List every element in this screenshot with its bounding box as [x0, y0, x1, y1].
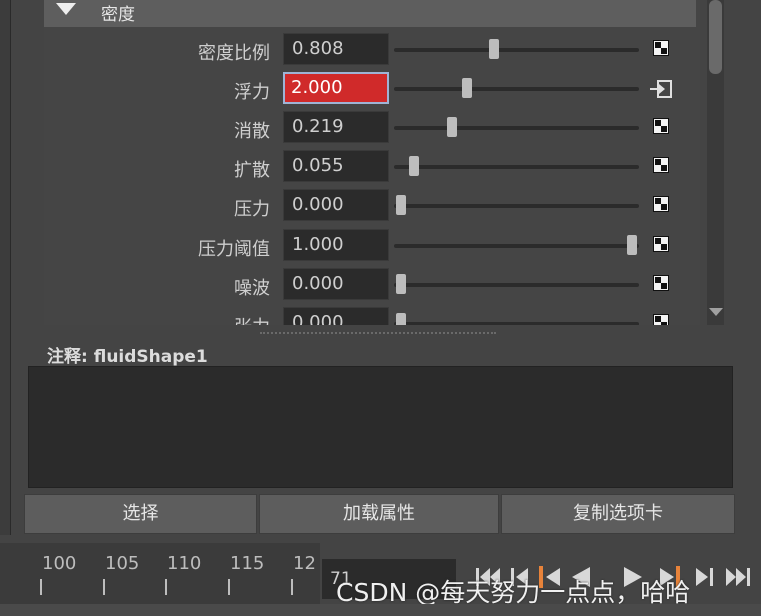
time-tick-label: 105 [105, 553, 140, 574]
attribute-value-field[interactable]: 0.000 [283, 306, 389, 325]
time-tick-label: 12 [293, 553, 316, 574]
attribute-value-field[interactable]: 0.055 [283, 150, 389, 183]
attribute-row: 扩散 0.055 [44, 150, 684, 184]
attribute-row: 密度比例 0.808 [44, 33, 684, 67]
attribute-scroll-area: 密度 密度比例 0.808 浮力 2.000 消散 0.219 扩散 0.055 压力 0.000… [44, 0, 700, 325]
checker-map-icon[interactable] [653, 313, 669, 325]
attribute-slider-track[interactable] [394, 204, 639, 209]
attribute-slider-track[interactable] [394, 126, 639, 131]
slider-handle[interactable] [489, 39, 500, 59]
checker-map-icon[interactable] [653, 274, 669, 291]
checker-map-icon[interactable] [653, 157, 669, 174]
attribute-slider-track[interactable] [394, 243, 639, 248]
checker-map-icon[interactable] [653, 40, 669, 56]
notes-textarea[interactable] [28, 366, 733, 488]
attribute-label: 张力 [234, 313, 270, 325]
attribute-value-field[interactable]: 0.219 [283, 111, 389, 144]
attribute-value-field[interactable]: 0.000 [283, 189, 389, 222]
load-attributes-button[interactable]: 加载属性 [259, 494, 499, 534]
attribute-row: 压力 0.000 [44, 189, 684, 223]
time-tick-label: 115 [230, 553, 265, 574]
attribute-row: 消散 0.219 [44, 111, 684, 145]
attribute-row: 压力阈值 1.000 [44, 228, 684, 263]
attribute-slider-track[interactable] [394, 165, 639, 170]
bottom-toolbar-strip [0, 604, 761, 616]
slider-handle[interactable] [446, 117, 457, 138]
notes-label: 注释: fluidShape1 [47, 347, 208, 367]
attribute-label: 压力 [234, 199, 270, 221]
slider-handle[interactable] [627, 234, 637, 255]
scrollbar-thumb[interactable] [709, 0, 722, 74]
collapse-arrow-icon[interactable] [56, 3, 76, 15]
input-connection-icon[interactable] [650, 80, 672, 99]
time-tick [228, 579, 230, 595]
attribute-label: 密度比例 [198, 43, 270, 64]
attribute-label: 压力阈值 [198, 238, 270, 260]
scroll-down-arrow-icon[interactable] [709, 308, 723, 316]
checker-map-icon[interactable] [653, 235, 669, 252]
checker-map-icon[interactable] [653, 118, 669, 135]
step-forward-key-icon[interactable] [692, 564, 716, 590]
slider-handle[interactable] [396, 195, 406, 216]
attribute-label: 扩散 [234, 160, 270, 182]
select-button[interactable]: 选择 [24, 494, 257, 534]
time-tick [103, 579, 105, 595]
time-tick-label: 100 [42, 553, 77, 574]
copy-tab-button[interactable]: 复制选项卡 [501, 494, 735, 534]
left-viewport-edge [0, 0, 11, 535]
attribute-slider-track[interactable] [394, 48, 639, 52]
checker-map-icon[interactable] [653, 196, 669, 213]
attribute-value-field[interactable]: 0.000 [283, 267, 389, 300]
section-title: 密度 [101, 5, 135, 25]
vertical-scrollbar[interactable] [707, 0, 724, 325]
time-tick [40, 579, 42, 595]
time-tick [291, 579, 293, 595]
attribute-row: 噪波 0.000 [44, 267, 684, 302]
slider-handle[interactable] [396, 273, 406, 294]
attribute-value-field[interactable]: 2.000 [283, 72, 389, 105]
attribute-label: 消散 [234, 121, 270, 143]
time-tick-label: 110 [167, 553, 202, 574]
go-to-end-icon[interactable] [724, 564, 752, 590]
attribute-value-field[interactable]: 0.808 [283, 33, 389, 65]
attribute-value-field[interactable]: 1.000 [283, 228, 389, 261]
attribute-label: 噪波 [234, 277, 270, 299]
attribute-slider-track[interactable] [394, 87, 639, 92]
slider-handle[interactable] [408, 156, 419, 177]
attribute-label: 浮力 [234, 82, 270, 104]
slider-handle[interactable] [396, 312, 406, 325]
attribute-slider-track[interactable] [394, 282, 639, 287]
attribute-row: 浮力 2.000 [44, 72, 684, 106]
time-tick [165, 579, 167, 595]
attribute-row: 张力 0.000 [44, 306, 684, 325]
attribute-slider-track[interactable] [394, 321, 639, 325]
slider-handle[interactable] [462, 78, 473, 99]
density-section-header[interactable]: 密度 [44, 0, 696, 27]
pane-splitter-handle[interactable] [260, 332, 496, 334]
